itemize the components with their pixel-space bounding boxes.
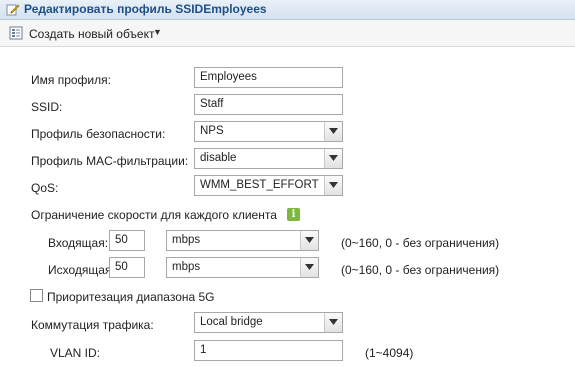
page-title: Редактировать профиль SSIDEmployees bbox=[24, 2, 267, 16]
profile-name-input[interactable]: Employees bbox=[194, 67, 343, 88]
incoming-label: Входящая: bbox=[48, 236, 109, 250]
chevron-down-icon[interactable]: ▼ bbox=[153, 27, 162, 37]
mac-filter-value: disable bbox=[200, 152, 237, 164]
outgoing-input[interactable]: 50 bbox=[109, 257, 145, 278]
edit-pencil-icon bbox=[6, 2, 20, 16]
outgoing-unit-value: mbps bbox=[172, 261, 201, 273]
incoming-unit-select[interactable]: mbps bbox=[166, 230, 319, 251]
profile-name-label: Имя профиля: bbox=[31, 73, 111, 87]
info-icon[interactable]: i bbox=[287, 208, 300, 221]
chevron-down-icon[interactable] bbox=[324, 149, 342, 168]
outgoing-label: Исходящая: bbox=[48, 263, 115, 277]
ssid-input[interactable]: Staff bbox=[194, 94, 343, 115]
rate-limit-title: Ограничение скорости для каждого клиента bbox=[31, 208, 277, 222]
vlan-hint: (1~4094) bbox=[365, 346, 414, 360]
incoming-hint: (0~160, 0 - без ограничения) bbox=[341, 236, 500, 250]
qos-value: WMM_BEST_EFFORT bbox=[200, 179, 319, 191]
security-profile-value: NPS bbox=[200, 125, 224, 137]
chevron-down-icon[interactable] bbox=[324, 176, 342, 195]
vlan-input[interactable]: 1 bbox=[194, 340, 343, 361]
chevron-down-icon[interactable] bbox=[300, 258, 318, 277]
qos-label: QoS: bbox=[31, 181, 59, 195]
new-object-icon[interactable] bbox=[9, 26, 23, 40]
ssid-label: SSID: bbox=[31, 100, 63, 114]
mac-filter-label: Профиль MAC-фильтрации: bbox=[31, 154, 189, 168]
incoming-input[interactable]: 50 bbox=[109, 230, 145, 251]
outgoing-hint: (0~160, 0 - без ограничения) bbox=[341, 263, 500, 277]
chevron-down-icon[interactable] bbox=[324, 313, 342, 332]
switching-value: Local bridge bbox=[200, 316, 263, 328]
vlan-label: VLAN ID: bbox=[50, 346, 101, 360]
switching-select[interactable]: Local bridge bbox=[194, 312, 343, 333]
security-profile-label: Профиль безопасности: bbox=[31, 127, 166, 141]
band5g-label: Приоритезация диапазона 5G bbox=[47, 290, 215, 304]
chevron-down-icon[interactable] bbox=[324, 122, 342, 141]
create-new-object-button[interactable]: Создать новый объект bbox=[29, 27, 154, 41]
chevron-down-icon[interactable] bbox=[300, 231, 318, 250]
incoming-unit-value: mbps bbox=[172, 234, 201, 246]
security-profile-select[interactable]: NPS bbox=[194, 121, 343, 142]
switching-label: Коммутация трафика: bbox=[31, 318, 154, 332]
outgoing-unit-select[interactable]: mbps bbox=[166, 257, 319, 278]
mac-filter-select[interactable]: disable bbox=[194, 148, 343, 169]
band5g-checkbox[interactable] bbox=[30, 289, 43, 302]
qos-select[interactable]: WMM_BEST_EFFORT bbox=[194, 175, 343, 196]
